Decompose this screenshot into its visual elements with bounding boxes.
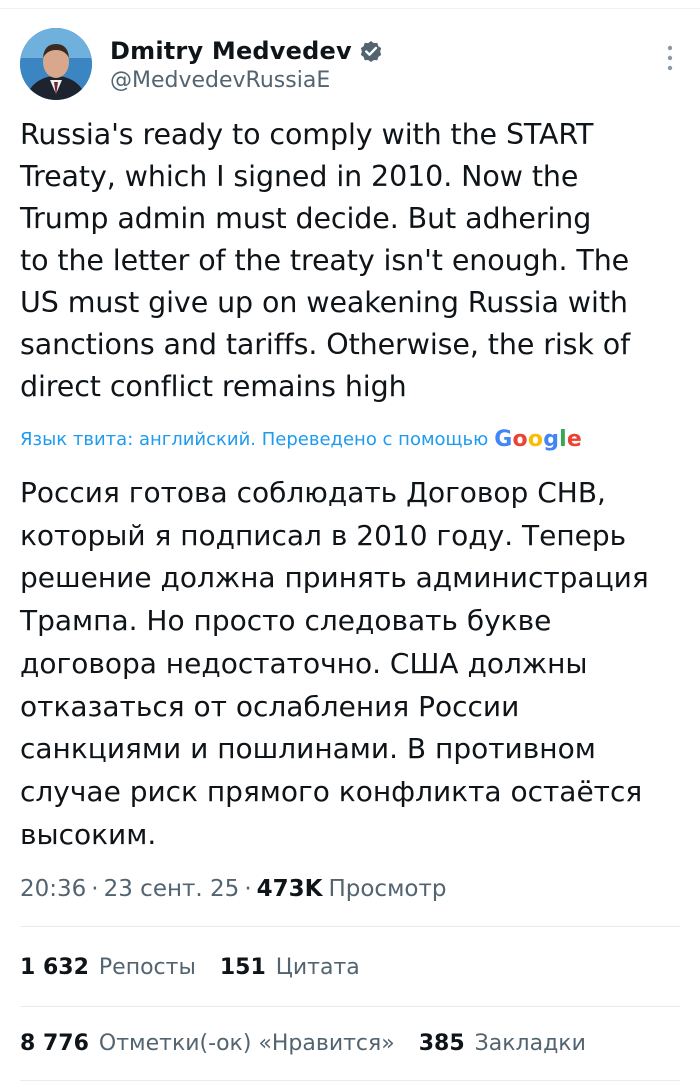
likes-count: 8 776 <box>20 1030 89 1056</box>
stats-row-likes: 8 776 Отметки(-ок) «Нравится» 385 Заклад… <box>20 1023 610 1063</box>
tweet-meta: 20:36 · 23 сент. 25 · 473K Просмотр <box>20 872 447 906</box>
translated-text-line: договора недостаточно. США должны <box>20 646 588 680</box>
translation-note[interactable]: Язык твита: английский. Переведено с пом… <box>20 424 582 454</box>
meta-separator: · <box>244 876 252 902</box>
top-divider <box>0 8 700 9</box>
tweet-text-line: Treaty, which I signed in 2010. Now the <box>20 160 579 193</box>
tweet-date[interactable]: 23 сент. 25 <box>104 876 240 902</box>
translation-note-text: Язык твита: английский. Переведено с пом… <box>20 428 489 450</box>
divider <box>20 1006 680 1007</box>
tweet-text-line: sanctions and tariffs. Otherwise, the ri… <box>20 328 631 361</box>
avatar-image <box>20 28 92 100</box>
views-count[interactable]: 473K <box>257 876 323 902</box>
tweet-text-line: Trump admin must decide. But adhering <box>20 202 592 235</box>
google-logo: Google <box>494 426 583 452</box>
tweet-text-line: direct conflict remains high <box>20 370 407 403</box>
author-handle[interactable]: @MedvedevRussiaE <box>110 68 330 93</box>
bookmarks-label: Закладки <box>474 1030 586 1056</box>
likes-stat[interactable]: 8 776 Отметки(-ок) «Нравится» <box>20 1031 395 1056</box>
likes-label: Отметки(-ок) «Нравится» <box>98 1030 395 1056</box>
tweet-time[interactable]: 20:36 <box>20 876 86 902</box>
translated-text-line: высоким. <box>20 817 157 851</box>
translated-text-line: который я подписал в 2010 году. Теперь <box>20 518 627 552</box>
quotes-count: 151 <box>219 954 266 980</box>
divider <box>20 926 680 927</box>
reposts-label: Репосты <box>98 954 196 980</box>
tweet-header: Dmitry Medvedev @MedvedevRussiaE <box>20 28 680 102</box>
translated-text-line: санкциями и пошлинами. В противном <box>20 732 596 766</box>
author-name[interactable]: Dmitry Medvedev <box>110 37 352 65</box>
reposts-stat[interactable]: 1 632 Репосты <box>20 955 196 980</box>
translated-text-line: случае риск прямого конфликта остаётся <box>20 774 643 808</box>
stats-row-reposts: 1 632 Репосты 151 Цитата <box>20 947 384 987</box>
divider <box>20 1080 680 1081</box>
avatar[interactable] <box>20 28 92 100</box>
tweet-text-line: Russia's ready to comply with the START <box>20 118 594 151</box>
translated-text-line: Россия готова соблюдать Договор СНВ, <box>20 476 606 509</box>
translated-text-line: Трампа. Но просто следовать букве <box>20 604 552 638</box>
meta-separator: · <box>91 876 99 902</box>
bookmarks-stat[interactable]: 385 Закладки <box>419 1031 586 1056</box>
author-name-row[interactable]: Dmitry Medvedev <box>110 34 384 68</box>
bookmarks-count: 385 <box>418 1030 465 1056</box>
views-label[interactable]: Просмотр <box>328 876 446 902</box>
verified-badge-icon <box>358 38 384 64</box>
translated-text-line: решение должна принять администрация <box>20 561 649 595</box>
tweet-text: Russia's ready to comply with the START … <box>20 114 685 408</box>
more-options-icon[interactable] <box>666 44 674 72</box>
translated-text: Россия готова соблюдать Договор СНВ, кот… <box>20 472 685 856</box>
quotes-stat[interactable]: 151 Цитата <box>220 955 360 980</box>
tweet-text-line: to the letter of the treaty isn't enough… <box>20 244 630 277</box>
tweet-text-line: US must give up on weakening Russia with <box>20 286 628 319</box>
translated-text-line: отказаться от ослабления России <box>20 689 520 723</box>
reposts-count: 1 632 <box>20 954 89 980</box>
quotes-label: Цитата <box>275 954 360 980</box>
